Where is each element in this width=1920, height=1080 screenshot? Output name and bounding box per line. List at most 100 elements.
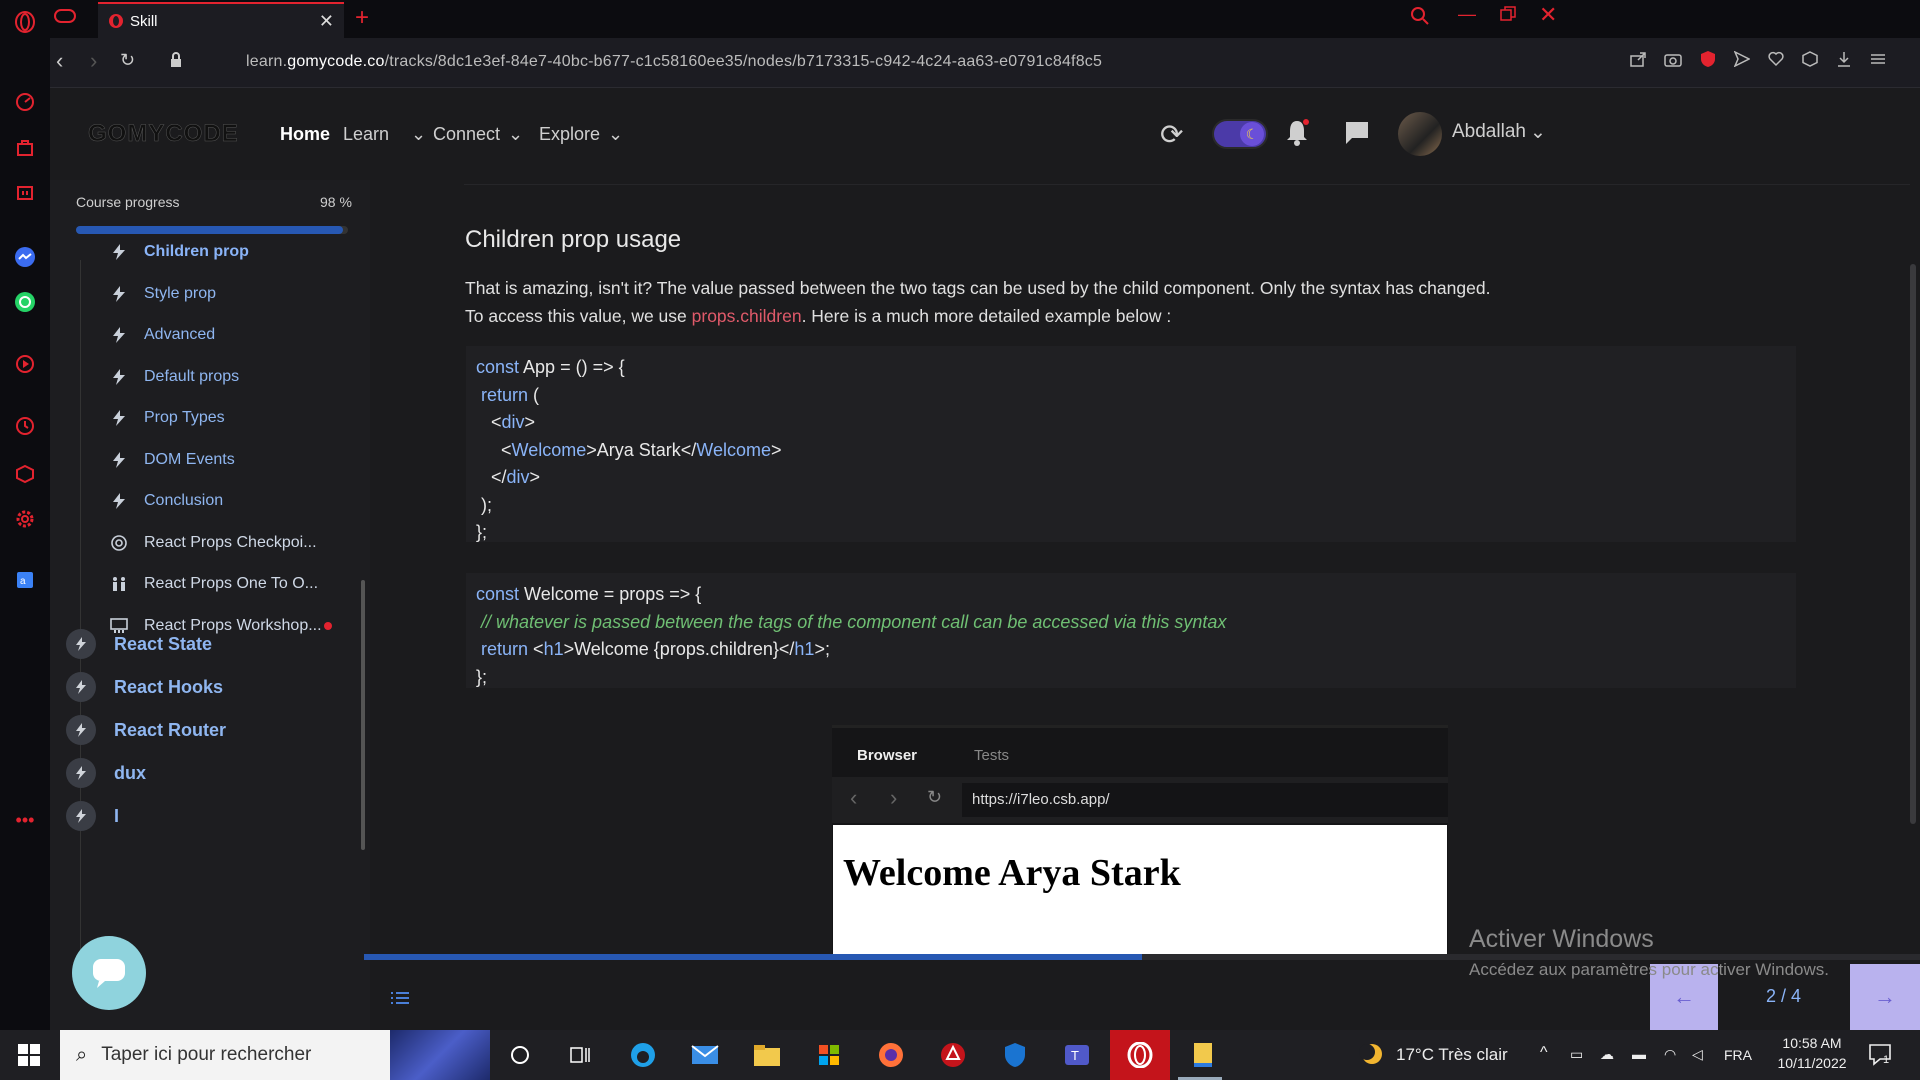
lesson-item[interactable]: Style prop bbox=[94, 272, 364, 316]
easy-setup-icon[interactable] bbox=[1870, 51, 1886, 72]
volume-icon[interactable]: ◁ bbox=[1692, 1046, 1703, 1063]
lesson-item[interactable]: React Props One To O... bbox=[94, 562, 364, 606]
props-children-link[interactable]: props.children bbox=[692, 306, 802, 326]
more-icon[interactable]: ••• bbox=[13, 808, 37, 832]
lesson-item[interactable]: DOM Events bbox=[94, 438, 364, 482]
clock[interactable]: 10:58 AM 10/11/2022 bbox=[1772, 1035, 1852, 1071]
cube-icon[interactable] bbox=[1802, 51, 1818, 72]
chat-support-button[interactable] bbox=[72, 936, 146, 1010]
battery-icon[interactable]: ▬ bbox=[1632, 1046, 1646, 1062]
nav-explore[interactable]: Explore ⌄ bbox=[539, 124, 623, 145]
chat-bubble-icon bbox=[93, 959, 125, 988]
opera-logo-icon[interactable] bbox=[13, 10, 37, 34]
show-hidden-icons[interactable]: ^ bbox=[1540, 1044, 1548, 1062]
vpn-shield-icon[interactable] bbox=[1000, 1040, 1030, 1070]
edge-icon[interactable] bbox=[628, 1040, 658, 1070]
mail-icon[interactable] bbox=[690, 1040, 720, 1070]
chevron-down-icon: ⌄ bbox=[411, 124, 427, 144]
module-item[interactable]: dux bbox=[66, 758, 146, 788]
heart-icon[interactable] bbox=[1768, 51, 1784, 72]
wifi-icon[interactable]: ◠ bbox=[1664, 1046, 1676, 1063]
language-indicator[interactable]: FRA bbox=[1724, 1047, 1752, 1063]
lesson-label: React Props Checkpoi... bbox=[144, 533, 317, 551]
url-field[interactable]: learn.gomycode.co/tracks/8dc1e3ef-84e7-4… bbox=[246, 53, 1102, 71]
player-icon[interactable] bbox=[13, 352, 37, 376]
close-tab-icon[interactable]: ✕ bbox=[319, 11, 334, 32]
taskbar-search-placeholder: Taper ici pour rechercher bbox=[101, 1044, 312, 1065]
module-item[interactable]: React State bbox=[66, 629, 212, 659]
theme-toggle[interactable]: ☾ bbox=[1212, 119, 1268, 149]
store-icon[interactable] bbox=[814, 1040, 844, 1070]
forward-icon[interactable]: › bbox=[90, 48, 97, 74]
preview-tab-tests[interactable]: Tests bbox=[974, 747, 1009, 764]
lesson-item[interactable]: Advanced bbox=[94, 313, 364, 357]
file-explorer-icon[interactable] bbox=[752, 1040, 782, 1070]
chat-icon[interactable] bbox=[1344, 120, 1370, 151]
lesson-item[interactable]: Prop Types bbox=[94, 396, 364, 440]
onedrive-icon[interactable]: ☁ bbox=[1600, 1046, 1614, 1063]
gamepad-icon[interactable] bbox=[54, 8, 76, 29]
course-progress-label: Course progress bbox=[76, 194, 180, 210]
notifications-icon[interactable] bbox=[1284, 118, 1310, 151]
preview-url-field[interactable]: https://i7leo.csb.app/ bbox=[962, 783, 1448, 817]
minimize-icon[interactable]: — bbox=[1458, 4, 1476, 25]
antivirus-icon[interactable] bbox=[938, 1040, 968, 1070]
back-icon[interactable]: ‹ bbox=[56, 48, 63, 74]
action-center-icon[interactable]: 1 bbox=[1868, 1042, 1894, 1073]
share-icon[interactable] bbox=[1630, 51, 1646, 72]
messenger-icon[interactable] bbox=[13, 245, 37, 269]
gomycode-logo[interactable]: GOMYCODE bbox=[88, 120, 239, 148]
whatsapp-icon[interactable] bbox=[13, 290, 37, 314]
settings-icon[interactable] bbox=[13, 507, 37, 531]
download-icon[interactable] bbox=[1836, 51, 1852, 72]
extensions-icon[interactable] bbox=[13, 462, 37, 486]
user-menu[interactable]: Abdallah ⌄ bbox=[1452, 121, 1546, 144]
unread-dot bbox=[324, 621, 332, 630]
restore-icon[interactable] bbox=[1500, 6, 1516, 27]
taskbar-search[interactable]: ⌕ Taper ici pour rechercher bbox=[60, 1030, 490, 1080]
sticky-notes-icon[interactable] bbox=[1188, 1040, 1218, 1070]
nav-learn[interactable]: Learn ⌄ bbox=[343, 124, 426, 145]
main-scrollbar[interactable] bbox=[1910, 264, 1916, 824]
translate-icon[interactable]: a bbox=[13, 568, 37, 592]
meet-now-icon[interactable]: ▭ bbox=[1570, 1046, 1583, 1063]
chevron-down-icon: ⌄ bbox=[608, 124, 624, 144]
preview-tab-browser[interactable]: Browser bbox=[857, 747, 917, 764]
send-icon[interactable] bbox=[1733, 50, 1751, 72]
twitch-icon[interactable] bbox=[13, 182, 37, 206]
windows-start-icon[interactable] bbox=[14, 1040, 44, 1070]
module-item[interactable]: React Router bbox=[66, 715, 226, 745]
cortana-icon[interactable] bbox=[505, 1040, 535, 1070]
search-icon[interactable] bbox=[1410, 6, 1430, 31]
preview-back-icon[interactable]: ‹ bbox=[850, 785, 857, 811]
lesson-item[interactable]: Conclusion bbox=[94, 479, 364, 523]
new-tab-icon[interactable]: + bbox=[355, 4, 369, 32]
nav-connect[interactable]: Connect ⌄ bbox=[433, 124, 523, 145]
sync-icon[interactable]: ⟳ bbox=[1160, 118, 1183, 151]
adblock-icon[interactable] bbox=[1700, 50, 1716, 73]
tab-bar: Skill ✕ + — ✕ bbox=[50, 0, 1920, 38]
firefox-icon[interactable] bbox=[876, 1040, 906, 1070]
reload-icon[interactable]: ↻ bbox=[120, 50, 135, 71]
avatar[interactable] bbox=[1398, 112, 1442, 156]
outline-icon[interactable] bbox=[390, 990, 410, 1011]
history-icon[interactable] bbox=[13, 414, 37, 438]
weather-text[interactable]: 17°C Très clair bbox=[1396, 1045, 1508, 1065]
camera-icon[interactable] bbox=[1664, 51, 1682, 72]
next-step-button[interactable]: → bbox=[1850, 964, 1920, 1030]
close-window-icon[interactable]: ✕ bbox=[1539, 2, 1557, 28]
preview-forward-icon[interactable]: › bbox=[890, 785, 897, 811]
tab-skill[interactable]: Skill ✕ bbox=[98, 2, 344, 38]
opera-taskbar-icon[interactable] bbox=[1110, 1030, 1170, 1080]
preview-reload-icon[interactable]: ↻ bbox=[927, 787, 942, 808]
teams-icon[interactable]: T bbox=[1062, 1040, 1092, 1070]
lesson-item[interactable]: Default props bbox=[94, 355, 364, 399]
module-item[interactable]: I bbox=[66, 801, 119, 831]
workspace-icon[interactable] bbox=[13, 136, 37, 160]
task-view-icon[interactable] bbox=[565, 1040, 595, 1070]
module-item[interactable]: React Hooks bbox=[66, 672, 223, 702]
lesson-item[interactable]: Children prop bbox=[94, 230, 364, 274]
nav-home[interactable]: Home bbox=[280, 124, 330, 145]
lesson-item[interactable]: React Props Checkpoi... bbox=[94, 521, 364, 565]
speed-dial-icon[interactable] bbox=[13, 90, 37, 114]
